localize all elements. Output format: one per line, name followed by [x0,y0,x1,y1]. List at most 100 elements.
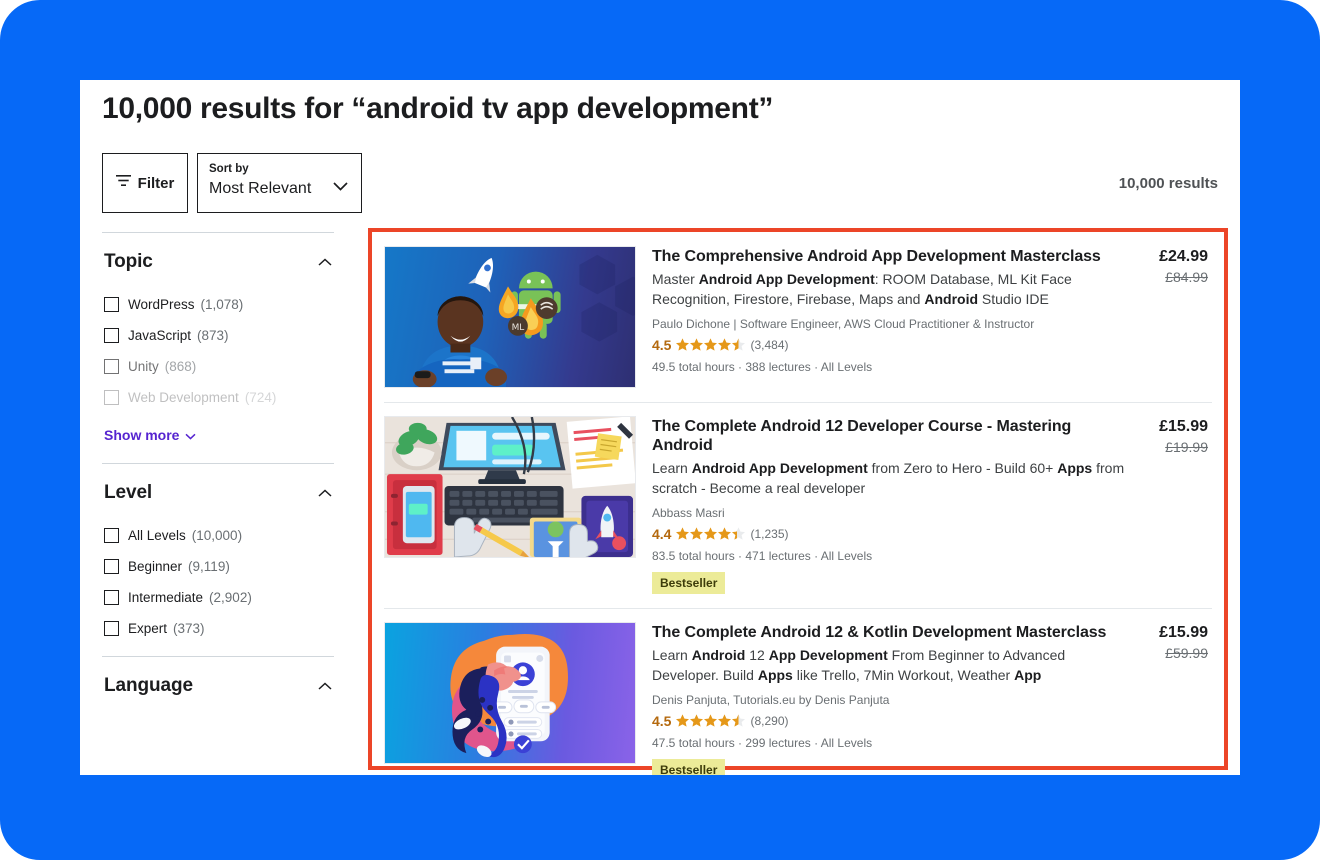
facet-level: Level All Levels (10,000) Beginner (9,11… [102,463,334,640]
app-background: 10,000 results for “android tv app devel… [0,0,1320,860]
current-price: £15.99 [1159,418,1208,435]
original-price: £19.99 [1165,439,1208,455]
chevron-up-icon [318,253,332,271]
original-price: £84.99 [1165,269,1208,285]
course-info: The Complete Android 12 & Kotlin Develop… [636,622,1130,775]
filter-option-count: (724) [244,390,277,405]
course-card[interactable]: ML The Comprehensive Android App Develop… [372,232,1224,402]
course-meta: 83.5 total hours · 471 lectures · All Le… [652,549,873,564]
course-price: £15.99 £59.99 [1130,622,1208,775]
course-title[interactable]: The Complete Android 12 & Kotlin Develop… [652,623,1130,642]
filter-option-beginner[interactable]: Beginner (9,119) [104,559,332,574]
filter-icon [115,174,131,192]
results-toolbar: Filter Sort by Most Relevant [102,153,362,213]
filter-option-javascript[interactable]: JavaScript (873) [104,328,332,343]
desk-workspace-thumbnail [384,416,636,558]
filter-option-label: Expert [128,621,168,636]
course-price: £15.99 £19.99 [1130,416,1208,594]
facet-level-options: All Levels (10,000) Beginner (9,119) Int… [102,516,334,640]
filter-option-web-development[interactable]: Web Development (724) [104,390,332,405]
course-author: Abbass Masri [652,506,725,521]
course-info: The Comprehensive Android App Developmen… [636,246,1130,388]
filter-option-label: WordPress [128,297,195,312]
current-price: £15.99 [1159,624,1208,642]
course-description: Learn Android App Development from Zero … [652,460,1125,497]
filter-option-label: All Levels [128,528,186,543]
filter-option-unity[interactable]: Unity (868) [104,359,332,374]
course-rating: 4.5 (8,290) [652,712,1130,730]
facet-topic: Topic WordPress (1,078) JavaScript (873)… [102,232,334,449]
facet-topic-header[interactable]: Topic [102,233,334,285]
filter-button[interactable]: Filter [102,153,188,213]
filter-option-label: JavaScript [128,328,192,343]
results-list-highlight: ML The Comprehensive Android App Develop… [368,228,1228,775]
filter-option-label: Web Development [128,390,239,405]
current-price: £24.99 [1159,248,1208,265]
chevron-down-icon [333,178,348,196]
mobile-app-person-thumbnail [384,622,636,765]
rating-count: (3,484) [750,337,789,352]
course-price: £24.99 £84.99 [1130,246,1208,388]
checkbox[interactable] [104,590,119,605]
star-rating-icons [676,336,746,354]
bestseller-badge: Bestseller [652,572,726,595]
course-description: Learn Android 12 App Development From Be… [652,647,1066,684]
checkbox[interactable] [104,621,119,636]
chevron-up-icon [318,677,332,695]
show-more-topics-link[interactable]: Show more [104,427,196,443]
chevron-down-icon [185,427,196,443]
show-more-label: Show more [104,427,180,443]
page-title: 10,000 results for “android tv app devel… [102,92,774,125]
filter-option-count: (873) [197,328,229,343]
filter-option-count: (868) [164,359,197,374]
filter-option-count: (1,078) [200,297,244,312]
star-rating-icons [676,712,746,730]
facet-language-title: Language [104,675,193,696]
filter-button-label: Filter [137,174,175,192]
svg-text:ML: ML [512,323,525,333]
course-card[interactable]: The Complete Android 12 Developer Course… [372,402,1224,608]
course-title[interactable]: The Comprehensive Android App Developmen… [652,247,1130,266]
facet-topic-options: WordPress (1,078) JavaScript (873) Unity… [102,285,334,449]
filter-option-count: (9,119) [188,559,230,574]
facet-level-header[interactable]: Level [102,464,334,516]
course-rating: 4.4 (1,235) [652,525,1130,543]
facet-language-header[interactable]: Language [102,657,334,709]
checkbox[interactable] [104,390,119,405]
results-count: 10,000 results [1118,175,1218,192]
sort-by-value: Most Relevant [209,180,312,198]
bestseller-badge: Bestseller [652,759,726,775]
course-title[interactable]: The Complete Android 12 Developer Course… [652,417,1130,455]
android-instructor-thumbnail: ML [384,246,636,388]
rating-value: 4.5 [652,713,672,730]
sort-by-label: Sort by [209,163,249,175]
course-card[interactable]: The Complete Android 12 & Kotlin Develop… [372,608,1224,775]
checkbox[interactable] [104,328,119,343]
filter-option-intermediate[interactable]: Intermediate (2,902) [104,590,332,605]
course-author: Denis Panjuta, Tutorials.eu by Denis Pan… [652,693,890,708]
rating-value: 4.4 [652,526,672,543]
filter-option-count: (373) [173,621,205,636]
course-meta: 49.5 total hours · 388 lectures · All Le… [652,359,873,374]
filter-option-label: Intermediate [128,590,204,605]
filter-option-wordpress[interactable]: WordPress (1,078) [104,297,332,312]
rating-value: 4.5 [652,336,672,353]
search-results-card: 10,000 results for “android tv app devel… [80,80,1240,775]
checkbox[interactable] [104,559,119,574]
course-meta: 47.5 total hours · 299 lectures · All Le… [652,736,873,751]
filter-option-count: (10,000) [191,528,243,543]
checkbox[interactable] [104,359,119,374]
course-author: Paulo Dichone | Software Engineer, AWS C… [652,316,1035,331]
star-rating-icons [676,525,746,543]
rating-count: (8,290) [750,714,789,729]
checkbox[interactable] [104,528,119,543]
facet-topic-title: Topic [104,251,153,272]
facet-language: Language [102,656,334,709]
filter-option-all-levels[interactable]: All Levels (10,000) [104,528,332,543]
filter-option-label: Beginner [128,559,183,574]
sort-by-dropdown[interactable]: Sort by Most Relevant [197,153,362,213]
checkbox[interactable] [104,297,119,312]
original-price: £59.99 [1165,645,1208,662]
rating-count: (1,235) [750,527,789,542]
filter-option-expert[interactable]: Expert (373) [104,621,332,636]
